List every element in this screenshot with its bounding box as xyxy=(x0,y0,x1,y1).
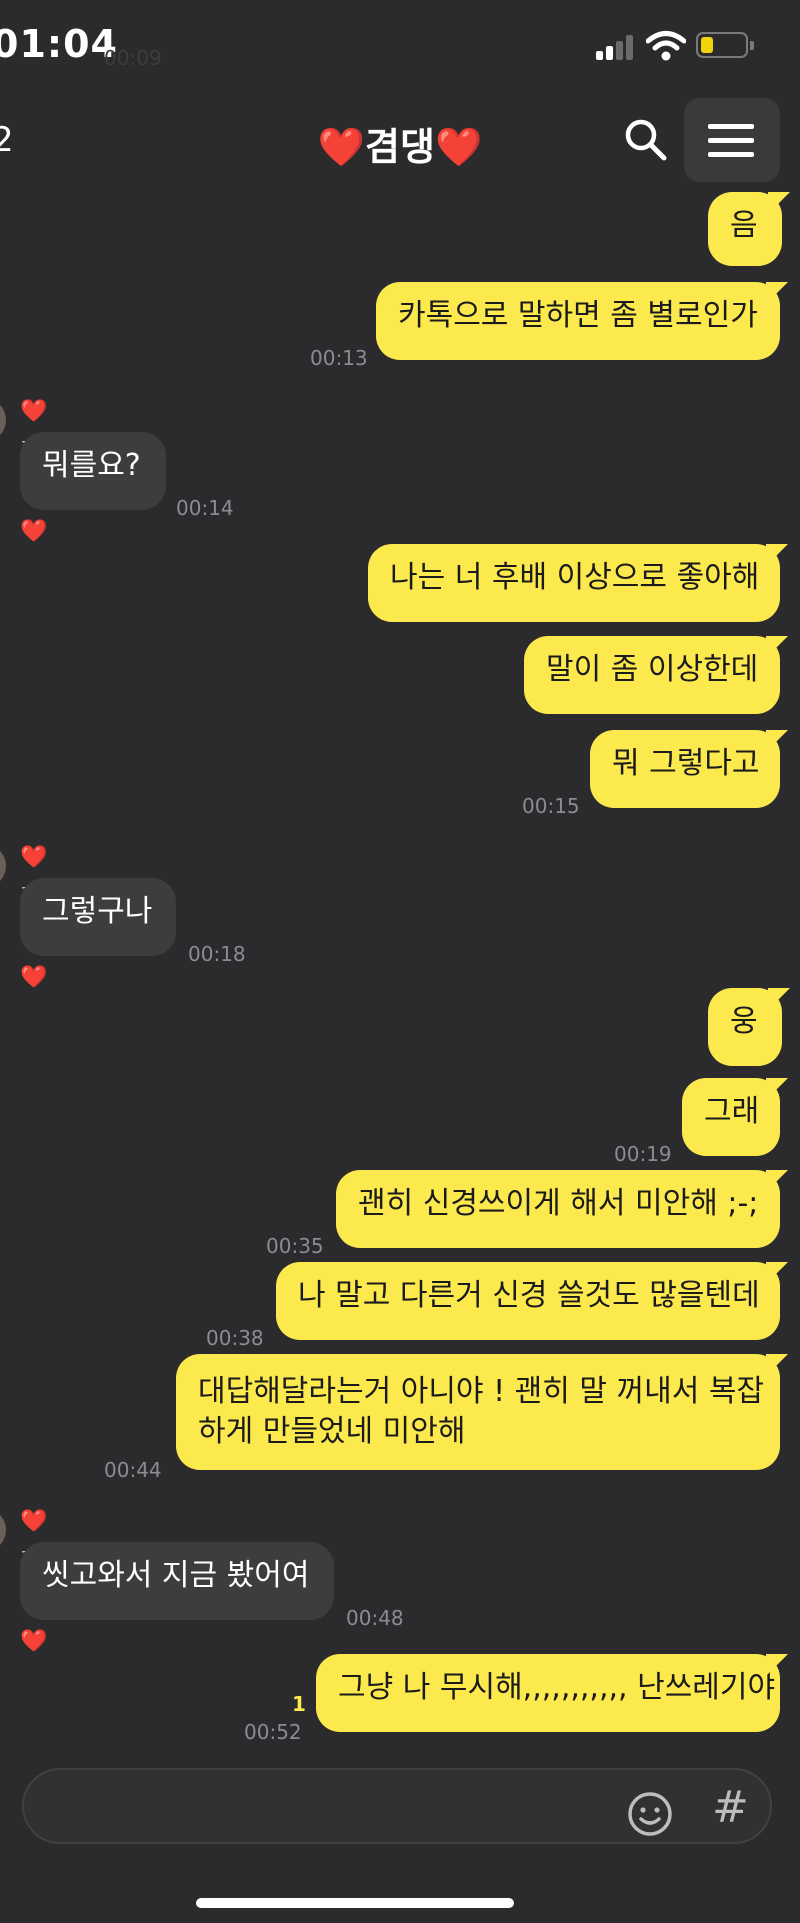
hamburger-menu-icon[interactable] xyxy=(684,98,780,182)
my-message-bubble[interactable]: 음 xyxy=(708,192,790,266)
status-bar: 01:04 00:09 xyxy=(0,0,800,90)
message-timestamp: 00:35 xyxy=(266,1234,324,1258)
battery-icon xyxy=(696,32,748,58)
my-message-bubble[interactable]: 나는 너 후배 이상으로 좋아해 xyxy=(368,544,788,622)
avatar[interactable] xyxy=(0,398,6,442)
emoji-icon[interactable] xyxy=(626,1790,674,1838)
message-timestamp: 00:19 xyxy=(614,1142,672,1166)
my-message-bubble[interactable]: 뭐 그렇다고 xyxy=(590,730,788,808)
my-message-bubble[interactable]: 괜히 신경쓰이게 해서 미안해 ;-; xyxy=(336,1170,788,1248)
my-message-bubble[interactable]: 그냥 나 무시해,,,,,,,,,,, 난쓰레기야 xyxy=(316,1654,788,1732)
avatar[interactable] xyxy=(0,1508,6,1552)
message-line: 하게 만들었네 미안해 xyxy=(198,1414,466,1449)
status-time: 01:04 xyxy=(0,22,118,66)
message-timestamp: 00:38 xyxy=(206,1326,264,1350)
chat-title: ❤️겸댕❤️ xyxy=(317,125,483,169)
chat-header: 2 ❤️겸댕❤️ xyxy=(0,90,800,190)
message-timestamp: 00:15 xyxy=(522,794,580,818)
message-timestamp: 00:44 xyxy=(104,1458,162,1482)
my-message-bubble[interactable]: 그래 xyxy=(682,1078,788,1156)
message-timestamp: 00:14 xyxy=(176,496,234,520)
battery-tip xyxy=(750,41,754,50)
message-input-bar: # xyxy=(0,1756,800,1923)
my-message-bubble[interactable]: 대답해달라는거 아니야 ! 괜히 말 꺼내서 복잡 하게 만들었네 미안해 xyxy=(176,1354,788,1470)
my-message-bubble[interactable]: 말이 좀 이상한데 xyxy=(524,636,788,714)
other-message-bubble[interactable]: 그렇구나 xyxy=(20,878,176,956)
my-message-bubble[interactable]: 웅 xyxy=(708,988,790,1066)
message-timestamp: 00:18 xyxy=(188,942,246,966)
home-indicator xyxy=(196,1898,514,1908)
my-message-bubble[interactable]: 카톡으로 말하면 좀 별로인가 xyxy=(376,282,788,360)
my-message-bubble[interactable]: 나 말고 다른거 신경 쓸것도 많을텐데 xyxy=(276,1262,788,1340)
other-message-bubble[interactable]: 씻고와서 지금 봤어여 xyxy=(20,1542,334,1620)
hashtag-search-button[interactable]: # xyxy=(712,1782,749,1833)
other-message-bubble[interactable]: 뭐를요? xyxy=(20,432,166,510)
cellular-signal-icon xyxy=(596,34,636,60)
wifi-icon xyxy=(646,31,686,61)
message-timestamp: 00:13 xyxy=(310,346,368,370)
message-timestamp: 00:48 xyxy=(346,1606,404,1630)
message-timestamp: 00:52 xyxy=(244,1720,302,1744)
search-icon[interactable] xyxy=(622,116,668,162)
message-line: 대답해달라는거 아니야 ! 괜히 말 꺼내서 복잡 xyxy=(198,1374,765,1409)
ghost-timestamp: 00:09 xyxy=(104,46,162,70)
avatar[interactable] xyxy=(0,844,6,888)
